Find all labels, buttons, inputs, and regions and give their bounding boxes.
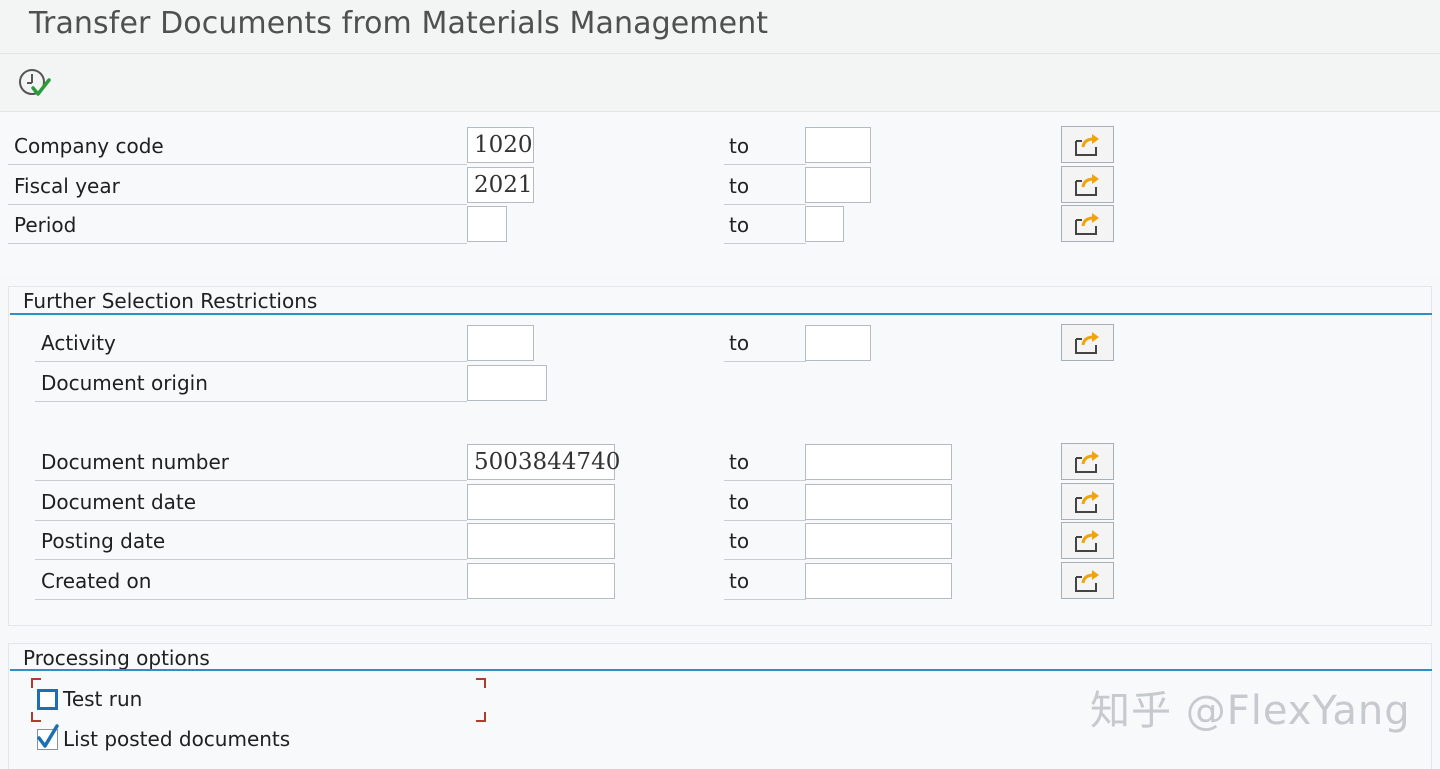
multiple-selection-arrow-icon <box>1075 134 1099 156</box>
posting-date-to-input[interactable] <box>805 523 952 559</box>
activity-to-label: to <box>724 324 806 362</box>
company-code-from-input[interactable]: 1020 <box>467 127 534 163</box>
document-date-to-label: to <box>724 483 806 521</box>
toolbar <box>0 54 1440 112</box>
watermark: 知乎 @FlexYang <box>1090 688 1411 734</box>
multiple-selection-arrow-icon <box>1075 491 1099 513</box>
activity-to-input[interactable] <box>805 325 871 361</box>
multiple-selection-arrow-icon <box>1075 174 1099 196</box>
activity-label: Activity <box>35 324 467 362</box>
fiscal-year-to-input[interactable] <box>805 167 871 203</box>
test-run-checkbox[interactable] <box>37 689 58 710</box>
processing-options-header: Processing options <box>23 646 210 670</box>
document-origin-input[interactable] <box>467 365 547 401</box>
fiscal-year-from-input[interactable]: 2021 <box>467 167 534 203</box>
period-to-input[interactable] <box>805 206 844 242</box>
company-code-to-input[interactable] <box>805 127 871 163</box>
document-number-from-input[interactable]: 5003844740 <box>467 444 620 480</box>
period-label: Period <box>8 206 467 244</box>
fiscal-year-label: Fiscal year <box>8 167 467 205</box>
execute-clock-check-icon <box>19 69 51 96</box>
further-restrictions-divider <box>10 313 1432 315</box>
company-code-multiple-selection-button[interactable] <box>1061 126 1114 163</box>
page-title: Transfer Documents from Materials Manage… <box>29 6 769 41</box>
title-bar: Transfer Documents from Materials Manage… <box>0 0 1440 54</box>
document-number-to-input[interactable] <box>805 444 952 480</box>
execute-button[interactable] <box>16 66 52 100</box>
company-code-to-label: to <box>724 127 806 165</box>
created-on-label: Created on <box>35 562 467 600</box>
document-number-multiple-selection-button[interactable] <box>1061 443 1114 480</box>
document-date-from-input[interactable] <box>467 484 615 520</box>
document-number-to-label: to <box>724 443 806 481</box>
activity-from-input[interactable] <box>467 325 534 361</box>
fiscal-year-to-label: to <box>724 167 806 205</box>
focus-corner-tl <box>31 678 41 688</box>
focus-corner-tr <box>476 678 486 688</box>
document-date-multiple-selection-button[interactable] <box>1061 483 1114 520</box>
created-on-to-label: to <box>724 562 806 600</box>
further-restrictions-header: Further Selection Restrictions <box>23 289 318 313</box>
document-date-to-input[interactable] <box>805 484 952 520</box>
main-selection-panel: Company code 1020 to Fiscal year 2021 to… <box>0 112 1440 276</box>
focus-corner-bl <box>31 712 41 722</box>
activity-multiple-selection-button[interactable] <box>1061 324 1114 361</box>
focus-corner-br <box>476 712 486 722</box>
posting-date-to-label: to <box>724 522 806 560</box>
period-from-input[interactable] <box>467 206 507 242</box>
created-on-from-input[interactable] <box>467 563 615 599</box>
created-on-multiple-selection-button[interactable] <box>1061 562 1114 599</box>
period-multiple-selection-button[interactable] <box>1061 205 1114 242</box>
multiple-selection-arrow-icon <box>1075 332 1099 354</box>
list-posted-documents-checkbox[interactable] <box>37 724 59 750</box>
posting-date-from-input[interactable] <box>467 523 615 559</box>
multiple-selection-arrow-icon <box>1075 570 1099 592</box>
company-code-label: Company code <box>8 127 467 165</box>
processing-options-divider <box>10 669 1432 671</box>
list-posted-documents-label: List posted documents <box>63 727 291 751</box>
multiple-selection-arrow-icon <box>1075 213 1099 235</box>
document-number-label: Document number <box>35 443 467 481</box>
posting-date-label: Posting date <box>35 522 467 560</box>
multiple-selection-arrow-icon <box>1075 530 1099 552</box>
created-on-to-input[interactable] <box>805 563 952 599</box>
fiscal-year-multiple-selection-button[interactable] <box>1061 166 1114 203</box>
posting-date-multiple-selection-button[interactable] <box>1061 522 1114 559</box>
period-to-label: to <box>724 206 806 244</box>
document-origin-label: Document origin <box>35 364 467 402</box>
document-date-label: Document date <box>35 483 467 521</box>
checkmark-icon <box>37 724 59 748</box>
multiple-selection-arrow-icon <box>1075 451 1099 473</box>
test-run-label: Test run <box>63 687 143 711</box>
